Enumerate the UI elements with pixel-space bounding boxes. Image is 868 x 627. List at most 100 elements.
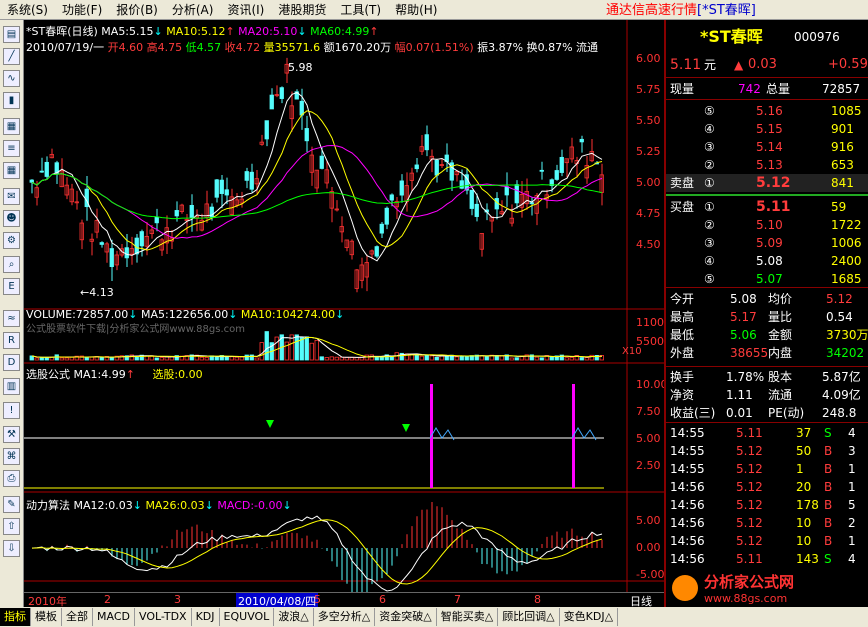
tick-row: 14:56 5.11 143 S 4 xyxy=(666,550,868,568)
tick-count: 3 xyxy=(848,444,856,458)
candle-body xyxy=(559,156,564,173)
ask-level: ④ xyxy=(704,122,715,136)
bar-open: 开4.60 xyxy=(107,41,144,54)
price-tick-label: 5.00 xyxy=(636,176,661,189)
menu-tools[interactable]: 工具(T) xyxy=(333,0,388,20)
volume-bar xyxy=(484,356,489,361)
tab-template[interactable]: 模板 xyxy=(31,608,62,626)
ask-price: 5.13 xyxy=(756,158,783,172)
grid-icon[interactable]: ▦ xyxy=(3,162,20,179)
volume-bar xyxy=(294,334,299,361)
quote-list-icon[interactable]: ▤ xyxy=(3,26,20,43)
menu-analysis[interactable]: 分析(A) xyxy=(165,0,221,20)
price-tick-label: 6.00 xyxy=(636,52,661,65)
candle-body xyxy=(529,202,534,205)
menu-hk-futures[interactable]: 港股期货 xyxy=(271,0,333,20)
book-divider xyxy=(666,194,868,196)
search-icon[interactable]: ⌕ xyxy=(3,256,20,273)
stock-code: 000976 xyxy=(794,30,840,44)
pick-title: 选股公式 xyxy=(26,368,70,381)
watermark-text: 公式股票软件下载|分析家公式网www.88gs.com xyxy=(26,324,245,335)
tick-price: 5.12 xyxy=(736,444,763,458)
volume-bar xyxy=(109,357,114,361)
ask-level: ③ xyxy=(704,140,715,154)
tick-volume: 50 xyxy=(796,444,812,458)
price-change-2: +0.59 xyxy=(828,57,868,72)
stat-label: 收益(三) xyxy=(670,406,716,420)
menu-help[interactable]: 帮助(H) xyxy=(388,0,444,20)
wave-icon[interactable]: ≈ xyxy=(3,310,20,327)
month-label: 7 xyxy=(454,593,461,606)
mail-icon[interactable]: ✉ xyxy=(3,188,20,205)
tab-smart-trade[interactable]: 智能买卖△ xyxy=(437,608,499,626)
arrow-down-icon[interactable]: ⇩ xyxy=(3,540,20,557)
volume-bar xyxy=(424,354,429,361)
candle-body xyxy=(459,180,464,189)
price-header-1: *ST春晖(日线) MA5:5.15↓ MA10:5.12↑ MA20:5.10… xyxy=(26,23,379,39)
candle-body xyxy=(214,179,219,198)
bid-row: ② 5.10 1722 xyxy=(666,216,868,234)
filter-icon[interactable]: ⌘ xyxy=(3,448,20,465)
pencil-icon[interactable]: ✎ xyxy=(3,496,20,513)
tab-equvol[interactable]: EQUVOL xyxy=(220,608,275,626)
month-label: 3 xyxy=(174,593,181,606)
candle-icon[interactable]: ▮ xyxy=(3,92,20,109)
candle-body xyxy=(264,120,269,140)
users-icon[interactable]: ☻ xyxy=(3,210,20,227)
tick-price: 5.11 xyxy=(736,426,763,440)
volume-bar xyxy=(264,331,269,361)
tab-indicator[interactable]: 指标 xyxy=(0,608,31,626)
tab-macd[interactable]: MACD xyxy=(93,608,135,626)
volume-row: 现量 742 总量 72857 xyxy=(666,80,868,98)
line-chart-icon[interactable]: ╱ xyxy=(3,48,20,65)
menu-system[interactable]: 系统(S) xyxy=(0,0,55,20)
ask-price: 5.16 xyxy=(756,104,783,118)
menu-info[interactable]: 资讯(I) xyxy=(220,0,271,20)
wrench-icon[interactable]: ⚒ xyxy=(3,426,20,443)
menu-function[interactable]: 功能(F) xyxy=(55,0,109,20)
now-volume-label: 现量 xyxy=(670,82,695,96)
candle-body xyxy=(244,171,249,181)
bid-level: ⑤ xyxy=(704,272,715,286)
tick-direction: B xyxy=(824,534,833,548)
tab-bull-bear[interactable]: 多空分析△ xyxy=(314,608,376,626)
tick-count: 1 xyxy=(848,534,856,548)
candle-body xyxy=(579,138,584,143)
network-icon[interactable]: ⚙ xyxy=(3,232,20,249)
chart-icon[interactable]: ▥ xyxy=(3,378,20,395)
dmi-icon[interactable]: D xyxy=(3,354,20,371)
ask-price: 5.15 xyxy=(756,122,783,136)
date-axis: 2010年 2010/04/08/四 2 3 5 6 7 8 日线 xyxy=(24,592,664,609)
arrow-up-icon[interactable]: ⇧ xyxy=(3,518,20,535)
price-tick-label: 5.50 xyxy=(636,114,661,127)
tab-capital[interactable]: 资金突破△ xyxy=(375,608,437,626)
candle-body xyxy=(389,194,394,201)
tab-kdj[interactable]: KDJ xyxy=(192,608,220,626)
left-toolbar: ▤ ╱ ∿ ▮ ▦ ≡ ▦ ✉ ☻ ⚙ ⌕ E ≈ R D ▥ ! ⚒ ⌘ ⎙ … xyxy=(0,20,24,607)
tab-gubi[interactable]: 顾比回调△ xyxy=(498,608,560,626)
now-volume: 742 xyxy=(738,82,761,96)
tab-wave[interactable]: 波浪△ xyxy=(274,608,314,626)
down-arrow-icon: ↓ xyxy=(204,499,214,512)
alert-icon[interactable]: ! xyxy=(3,402,20,419)
price-tick-label: 5.75 xyxy=(636,83,661,96)
volume-bar xyxy=(379,356,384,361)
ask-volume: 1085 xyxy=(831,104,862,118)
tab-color-kdj[interactable]: 变色KDJ△ xyxy=(560,608,619,626)
report-icon[interactable]: ≡ xyxy=(3,140,20,157)
price-unit: 元 xyxy=(704,58,717,72)
tick-count: 4 xyxy=(848,552,856,566)
tab-all[interactable]: 全部 xyxy=(62,608,93,626)
table-icon[interactable]: ▦ xyxy=(3,118,20,135)
eti-icon[interactable]: E xyxy=(3,278,20,295)
menu-quote[interactable]: 报价(B) xyxy=(109,0,165,20)
print-icon[interactable]: ⎙ xyxy=(3,470,20,487)
rsi-icon[interactable]: R xyxy=(3,332,20,349)
bar-amount: 额1670.20万 xyxy=(323,41,392,54)
trend-icon[interactable]: ∿ xyxy=(3,70,20,87)
tab-vol-tdx[interactable]: VOL-TDX xyxy=(135,608,192,626)
price-tick-label: 5.25 xyxy=(636,145,661,158)
ask-volume: 841 xyxy=(831,176,854,190)
ask-level: ⑤ xyxy=(704,104,715,118)
price-change: 0.03 xyxy=(748,57,777,72)
